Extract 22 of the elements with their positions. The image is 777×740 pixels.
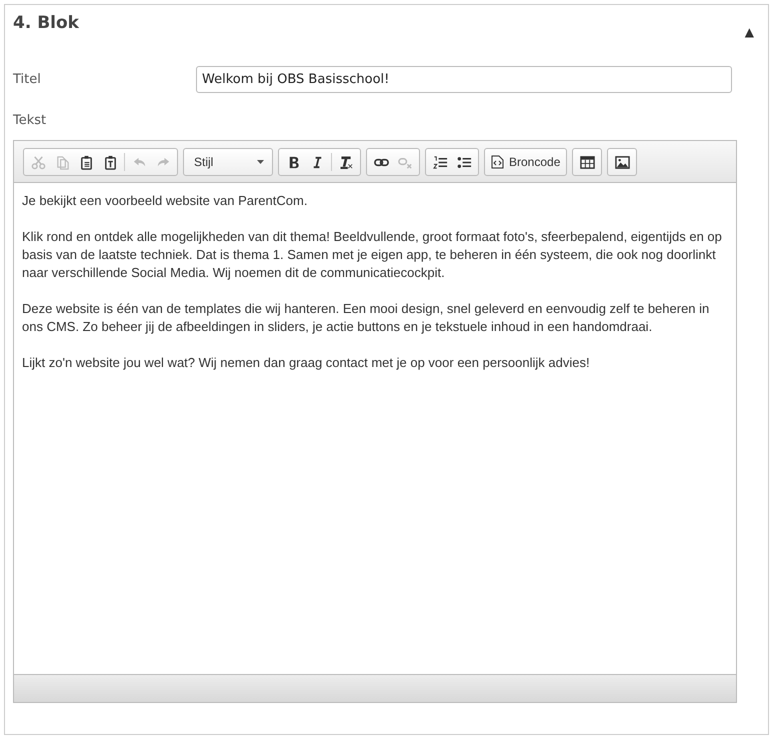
paragraph: Klik rond en ontdek alle mogelijkheden van dit thema! Beeldvullende, groot formaat foto's, sfeerbepalend, eigentijds en op basis van de laatste techniek. Dat is thema 1. Samen met je eigen app, te beheren in één systeem, die ook nog doorlinkt naar verschillende Social Media. Wij noemen dit de communicatiecockpit. <box>22 228 723 282</box>
clear-format-icon <box>338 154 354 170</box>
paragraph: Je bekijkt een voorbeeld website van ParentCom. <box>22 192 308 210</box>
caret-icon <box>257 160 264 164</box>
field-label: Titel <box>13 72 42 87</box>
image-icon <box>614 154 630 170</box>
clipboard-icon <box>78 154 94 170</box>
panel-title: 4. Blok <box>13 13 79 33</box>
style-dropdown[interactable]: Stijl <box>183 148 273 176</box>
scissors-icon <box>30 154 46 170</box>
table-icon <box>580 154 595 170</box>
title-input[interactable]: Welkom bij OBS Basisschool! <box>196 66 732 93</box>
source-button[interactable]: Broncode <box>484 148 568 176</box>
field-label: Tekst <box>13 113 48 128</box>
paragraph: Deze website is één van de templates die wij hanteren. Een mooi design, snel geleverd en eenvoudig zelf te beheren in ons CMS. Zo beheer jij de afbeeldingen in sliders, je actie buttons en je tekstuele inhoud in een handomdraai. <box>22 300 710 336</box>
copy-icon <box>54 154 70 170</box>
code-file-icon <box>491 155 504 169</box>
collapse-toggle[interactable]: ▲ <box>744 25 754 39</box>
clipboard-text-icon <box>102 154 118 170</box>
bulleted-list-icon <box>456 154 472 170</box>
numbered-list-icon <box>432 154 448 170</box>
paragraph: Lijkt zo'n website jou wel wat? Wij nemen dan graag contact met je op voor een persoonlijk advies! <box>22 354 591 372</box>
